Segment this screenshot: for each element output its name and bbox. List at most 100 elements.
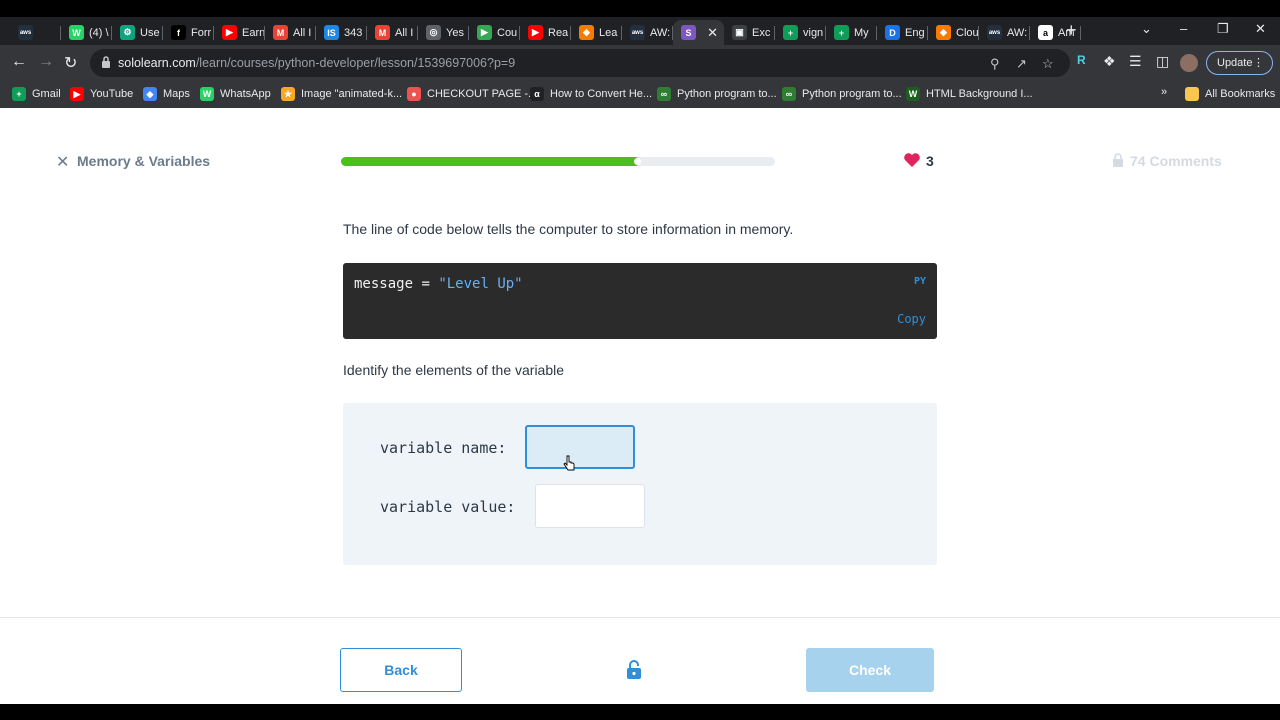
bookmark-item[interactable]: + Gmail — [12, 87, 61, 101]
browser-tab[interactable]: aws — [10, 20, 61, 45]
bookmark-item[interactable]: W WhatsApp — [200, 87, 271, 101]
browser-tab[interactable]: + My — [826, 20, 877, 45]
exercise-panel: variable name: variable value: — [343, 403, 937, 565]
tab-search-icon[interactable]: ⌄ — [1141, 21, 1152, 37]
bookmark-label: CHECKOUT PAGE -... — [427, 88, 538, 100]
star-icon[interactable]: ☆ — [1042, 56, 1054, 72]
browser-tab[interactable]: ◆ Lea — [571, 20, 622, 45]
sheets-icon: + — [834, 25, 849, 40]
more-bookmarks-chevron[interactable]: » — [1161, 86, 1167, 98]
media-queue-icon[interactable]: ☰ — [1129, 53, 1142, 70]
gmail-icon: M — [375, 25, 390, 40]
menu-dots-icon: ⋮ — [1253, 57, 1264, 69]
back-arrow-icon[interactable]: ← — [11, 53, 27, 71]
browser-tab[interactable]: ▶ Rea — [520, 20, 571, 45]
back-button[interactable]: Back — [340, 648, 462, 692]
progress-bar — [341, 157, 775, 166]
tab-separator — [1080, 26, 1081, 40]
bookmark-icon: ▶ — [70, 87, 84, 101]
url-path: /learn/courses/python-developer/lesson/1… — [195, 56, 516, 70]
share-icon[interactable]: ↗ — [1016, 56, 1027, 72]
browser-tab[interactable]: aws AW: — [979, 20, 1030, 45]
browser-tab[interactable]: ◎ Yes — [418, 20, 469, 45]
bookmarks-bar: » All Bookmarks + Gmail ▶ YouTube ◆ Maps W What… — [0, 81, 1280, 108]
browser-tab[interactable]: ▶ Cou — [469, 20, 520, 45]
browser-tab[interactable]: W (4) \ — [61, 20, 112, 45]
browser-tab[interactable]: ▣ Exc — [724, 20, 775, 45]
close-tab-icon[interactable]: ✕ — [707, 25, 718, 41]
browser-tab[interactable]: ▶ Earn — [214, 20, 265, 45]
aws-icon: aws — [987, 25, 1002, 40]
window-close-icon[interactable]: ✕ — [1255, 21, 1266, 37]
sololearn-icon: S — [681, 25, 696, 40]
lock-icon — [1113, 153, 1123, 167]
bookmark-item[interactable]: ★ Image "animated-k... — [281, 87, 402, 101]
bookmark-label: HTML Background I... — [926, 88, 1033, 100]
bookmark-item[interactable]: ∞ Python program to... — [657, 87, 777, 101]
language-badge: PY — [913, 276, 926, 287]
bookmark-icon: + — [12, 87, 26, 101]
comments-link[interactable]: 74 Comments — [1130, 153, 1222, 169]
is-icon: IS — [324, 25, 339, 40]
browser-tab[interactable]: IS 343 — [316, 20, 367, 45]
zoom-icon[interactable]: ⚲ — [990, 56, 1000, 72]
bookmark-item[interactable]: ● CHECKOUT PAGE -... — [407, 87, 537, 101]
restore-icon[interactable]: ❐ — [1217, 21, 1229, 37]
browser-tab[interactable]: aws AW: — [622, 20, 673, 45]
side-panel-icon[interactable]: ◫ — [1156, 53, 1169, 70]
browser-tab[interactable]: M All I — [367, 20, 418, 45]
tab-label: Use — [140, 26, 160, 39]
bookmark-label: WhatsApp — [220, 88, 271, 100]
bookmark-label: How to Convert He... — [550, 88, 653, 100]
bookmark-icon: ∞ — [782, 87, 796, 101]
browser-tab[interactable]: M All I — [265, 20, 316, 45]
bookmark-item[interactable]: ◆ Maps — [143, 87, 190, 101]
forward-arrow-icon[interactable]: → — [38, 53, 54, 71]
address-bar[interactable]: sololearn.com/learn/courses/python-devel… — [90, 49, 1070, 77]
browser-tab[interactable]: S ✕ — [673, 20, 724, 45]
bookmark-item[interactable]: W HTML Background I... — [906, 87, 1033, 101]
browser-tab[interactable]: ⚙ Use — [112, 20, 163, 45]
copy-button[interactable]: Copy — [897, 312, 926, 326]
lesson-header: ✕ Memory & Variables 3 74 Comments — [0, 108, 1280, 214]
intro-text: The line of code below tells the compute… — [343, 221, 794, 237]
browser-tab[interactable]: + vign — [775, 20, 826, 45]
bookmark-item[interactable]: ∞ Python program to... — [782, 87, 902, 101]
bookmark-icon: W — [906, 87, 920, 101]
minimize-icon[interactable]: – — [1180, 21, 1187, 36]
bookmark-item[interactable]: ▶ YouTube — [70, 87, 133, 101]
variable-name-input[interactable] — [525, 425, 635, 469]
heart-icon — [904, 153, 920, 167]
bookmark-label: YouTube — [90, 88, 134, 100]
code-string: "Level Up" — [438, 276, 523, 292]
update-button[interactable]: Update ⋮ — [1206, 51, 1273, 75]
bookmark-icon: ● — [407, 87, 421, 101]
browser-tab[interactable]: D Eng — [877, 20, 928, 45]
url-text: sololearn.com/learn/courses/python-devel… — [118, 56, 515, 70]
bookmark-icon: ∞ — [657, 87, 671, 101]
code-block: message = "Level Up" PY Copy — [343, 263, 937, 339]
profile-avatar[interactable] — [1180, 54, 1198, 72]
aws-icon: aws — [630, 25, 645, 40]
browser-window: aws W (4) \ ⚙ Use f Forr ▶ Earn M All I IS 343 M All I… — [0, 17, 1280, 704]
browser-tab[interactable]: f Forr — [163, 20, 214, 45]
secure-lock-icon — [102, 56, 110, 68]
unlock-icon[interactable] — [626, 660, 642, 680]
tab-label: AW: — [650, 26, 671, 39]
tab-label: 343 — [344, 26, 363, 39]
browser-tab[interactable]: ◆ Clou — [928, 20, 979, 45]
url-host: sololearn.com — [118, 56, 196, 70]
play-store-icon: ▶ — [477, 25, 492, 40]
browser-toolbar: ← → ↻ sololearn.com/learn/courses/python… — [0, 45, 1280, 81]
bookmark-item[interactable]: α How to Convert He... — [530, 87, 652, 101]
tab-label: All I — [395, 26, 414, 39]
close-icon[interactable]: ✕ — [56, 152, 69, 172]
box-icon: ◆ — [579, 25, 594, 40]
extensions-puzzle-icon[interactable]: ❖ — [1103, 53, 1116, 70]
reload-icon[interactable]: ↻ — [64, 53, 77, 73]
new-tab-icon[interactable]: + — [1066, 20, 1077, 41]
variable-value-input[interactable] — [535, 484, 645, 528]
all-bookmarks-button[interactable]: All Bookmarks — [1185, 87, 1275, 101]
variable-value-label: variable value: — [380, 498, 516, 516]
extension-r-icon[interactable]: R — [1077, 53, 1086, 67]
